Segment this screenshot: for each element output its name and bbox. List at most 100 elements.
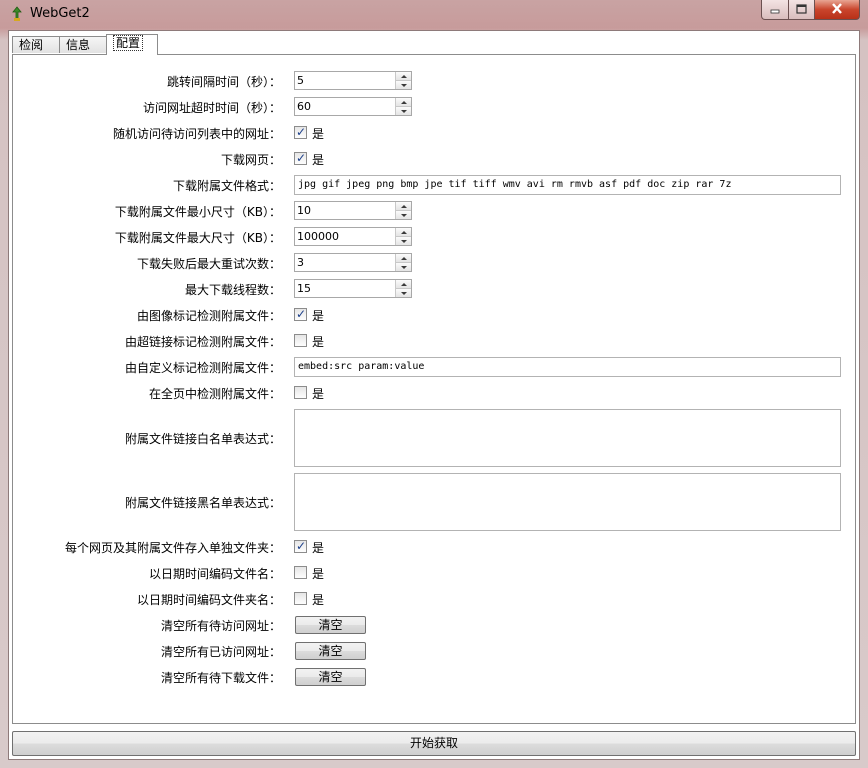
tab-review[interactable]: 检阅 bbox=[12, 36, 60, 53]
check-icon: ✓ bbox=[296, 125, 307, 139]
label-clear-visited: 清空所有已访问网址： bbox=[160, 645, 281, 659]
date-foldername-checkbox[interactable] bbox=[294, 592, 307, 605]
label-date-foldername: 以日期时间编码文件夹名： bbox=[136, 593, 281, 607]
detect-by-link-checkbox[interactable] bbox=[294, 334, 307, 347]
clear-visited-button[interactable]: 清空 bbox=[295, 642, 366, 660]
config-panel: 跳转间隔时间（秒）： 访问网址超时时间（秒）： 随机访问待访问列表中的网址： 下… bbox=[12, 54, 856, 724]
label-detect-by-image: 由图像标记检测附属文件： bbox=[136, 309, 281, 323]
label-detect-by-link: 由超链接标记检测附属文件： bbox=[124, 335, 281, 349]
detect-by-image-checkbox[interactable]: ✓ bbox=[294, 307, 307, 321]
spin-down-button[interactable] bbox=[396, 211, 411, 219]
download-pages-yes: 是 bbox=[312, 153, 325, 167]
random-access-yes: 是 bbox=[312, 127, 325, 141]
max-size-spinbox[interactable]: 100000 bbox=[294, 227, 412, 246]
max-retries-spinbox[interactable]: 3 bbox=[294, 253, 412, 272]
min-size-value: 10 bbox=[297, 204, 311, 217]
arrow-down-icon bbox=[400, 291, 407, 295]
arrow-up-icon bbox=[400, 230, 407, 234]
tab-config-label: 配置 bbox=[113, 35, 144, 51]
label-random-access: 随机访问待访问列表中的网址： bbox=[112, 127, 281, 141]
detect-full-page-checkbox[interactable] bbox=[294, 386, 307, 399]
arrow-up-icon bbox=[400, 204, 407, 208]
window-title: WebGet2 bbox=[30, 6, 90, 21]
date-foldername-yes: 是 bbox=[312, 593, 325, 607]
spin-buttons bbox=[395, 228, 411, 245]
spin-down-button[interactable] bbox=[396, 81, 411, 89]
label-separate-folder: 每个网页及其附属文件存入单独文件夹： bbox=[64, 541, 281, 555]
client-area: 检阅 信息 配置 跳转间隔时间（秒）： 访问网址超时时间（秒）： 随机访问待访问… bbox=[8, 30, 860, 760]
arrow-down-icon bbox=[400, 213, 407, 217]
label-blacklist: 附属文件链接黑名单表达式： bbox=[124, 496, 281, 510]
check-icon: ✓ bbox=[296, 151, 307, 165]
max-retries-value: 3 bbox=[297, 256, 304, 269]
spin-up-button[interactable] bbox=[396, 98, 411, 107]
min-size-spinbox[interactable]: 10 bbox=[294, 201, 412, 220]
clear-pending-button[interactable]: 清空 bbox=[295, 616, 366, 634]
jump-interval-value: 5 bbox=[297, 74, 304, 87]
spin-down-button[interactable] bbox=[396, 289, 411, 297]
detect-by-custom-field[interactable]: embed:src param:value bbox=[294, 357, 841, 377]
label-access-timeout: 访问网址超时时间（秒）： bbox=[142, 101, 281, 115]
tab-review-label: 检阅 bbox=[19, 38, 44, 52]
check-icon: ✓ bbox=[296, 307, 307, 321]
spin-buttons bbox=[395, 254, 411, 271]
title-bar[interactable]: WebGet2 bbox=[0, 0, 868, 28]
tab-info[interactable]: 信息 bbox=[59, 36, 107, 53]
label-detect-full-page: 在全页中检测附属文件： bbox=[148, 387, 281, 401]
max-threads-value: 15 bbox=[297, 282, 311, 295]
detect-full-page-yes: 是 bbox=[312, 387, 325, 401]
window-controls bbox=[761, 0, 860, 20]
minimize-button[interactable] bbox=[761, 0, 789, 20]
label-min-size: 下载附属文件最小尺寸（KB）： bbox=[114, 205, 281, 219]
spin-up-button[interactable] bbox=[396, 72, 411, 81]
arrow-down-icon bbox=[400, 83, 407, 87]
arrow-down-icon bbox=[400, 109, 407, 113]
maximize-button[interactable] bbox=[789, 0, 815, 20]
spin-up-button[interactable] bbox=[396, 228, 411, 237]
attachment-formats-value: jpg gif jpeg png bmp jpe tif tiff wmv av… bbox=[298, 179, 732, 190]
close-button[interactable] bbox=[815, 0, 860, 20]
spin-up-button[interactable] bbox=[396, 280, 411, 289]
spin-down-button[interactable] bbox=[396, 237, 411, 245]
arrow-up-icon bbox=[400, 256, 407, 260]
maximize-icon bbox=[796, 3, 807, 17]
attachment-formats-field[interactable]: jpg gif jpeg png bmp jpe tif tiff wmv av… bbox=[294, 175, 841, 195]
tab-config[interactable]: 配置 bbox=[106, 34, 158, 55]
max-size-value: 100000 bbox=[297, 230, 339, 243]
max-threads-spinbox[interactable]: 15 bbox=[294, 279, 412, 298]
arrow-up-icon bbox=[400, 100, 407, 104]
detect-by-link-yes: 是 bbox=[312, 335, 325, 349]
label-max-size: 下载附属文件最大尺寸（KB）： bbox=[114, 231, 281, 245]
label-whitelist: 附属文件链接白名单表达式： bbox=[124, 432, 281, 446]
check-icon: ✓ bbox=[296, 539, 307, 553]
spin-buttons bbox=[395, 280, 411, 297]
window-frame: WebGet2 检阅 信息 配置 跳转间隔时间（秒）： 访问网址超时时间（秒）：… bbox=[0, 0, 868, 768]
blacklist-textarea[interactable] bbox=[294, 473, 841, 531]
minimize-icon bbox=[770, 3, 780, 17]
spin-up-button[interactable] bbox=[396, 202, 411, 211]
arrow-down-icon bbox=[400, 239, 407, 243]
label-clear-downloads: 清空所有待下载文件： bbox=[160, 671, 281, 685]
separate-folder-checkbox[interactable]: ✓ bbox=[294, 539, 307, 553]
random-access-checkbox[interactable]: ✓ bbox=[294, 125, 307, 139]
jump-interval-spinbox[interactable]: 5 bbox=[294, 71, 412, 90]
label-date-filename: 以日期时间编码文件名： bbox=[148, 567, 281, 581]
whitelist-textarea[interactable] bbox=[294, 409, 841, 467]
tab-bar: 检阅 信息 配置 bbox=[9, 31, 859, 55]
spin-buttons bbox=[395, 72, 411, 89]
label-max-retries: 下载失败后最大重试次数： bbox=[136, 257, 281, 271]
access-timeout-spinbox[interactable]: 60 bbox=[294, 97, 412, 116]
start-fetch-button[interactable]: 开始获取 bbox=[12, 731, 856, 756]
spin-up-button[interactable] bbox=[396, 254, 411, 263]
spin-down-button[interactable] bbox=[396, 107, 411, 115]
date-filename-checkbox[interactable] bbox=[294, 566, 307, 579]
arrow-up-icon bbox=[400, 282, 407, 286]
label-download-pages: 下载网页： bbox=[220, 153, 281, 167]
download-pages-checkbox[interactable]: ✓ bbox=[294, 151, 307, 165]
label-detect-by-custom: 由自定义标记检测附属文件： bbox=[124, 361, 281, 375]
spin-down-button[interactable] bbox=[396, 263, 411, 271]
clear-downloads-button[interactable]: 清空 bbox=[295, 668, 366, 686]
separate-folder-yes: 是 bbox=[312, 541, 325, 555]
app-icon bbox=[10, 6, 24, 22]
label-clear-pending: 清空所有待访问网址： bbox=[160, 619, 281, 633]
